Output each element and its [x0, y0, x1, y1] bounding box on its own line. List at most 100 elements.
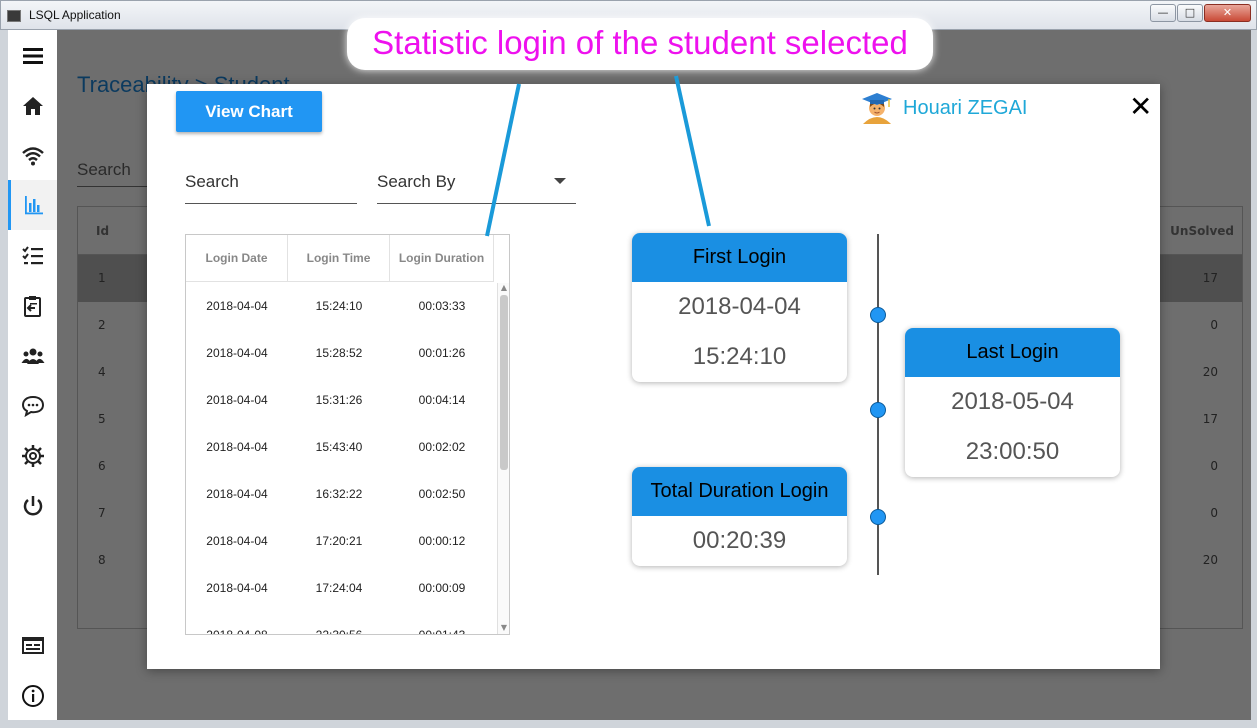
row-id: 7: [98, 506, 106, 520]
row-id: 6: [98, 459, 106, 473]
table-row[interactable]: 2018-04-04 17:20:21 00:00:12: [186, 518, 494, 565]
last-login-title: Last Login: [905, 328, 1120, 377]
login-date-cell: 2018-04-04: [206, 440, 268, 454]
chat-icon: [21, 395, 44, 418]
table-row[interactable]: 2018-04-08 22:30:56 00:01:43: [186, 612, 494, 635]
login-time-cell: 17:24:04: [315, 581, 363, 595]
first-login-card: First Login 2018-04-04 15:24:10: [632, 233, 847, 382]
login-duration-cell: 00:01:43: [418, 628, 466, 635]
sidebar-item-messages[interactable]: [8, 386, 57, 426]
table-row[interactable]: 2018-04-04 15:31:26 00:04:14: [186, 377, 494, 424]
sidebar: [8, 30, 57, 720]
bar-chart-icon: [25, 196, 43, 215]
table-row[interactable]: 2018-04-04 15:28:52 00:01:26: [186, 330, 494, 377]
scrollbar-thumb[interactable]: [500, 295, 508, 470]
info-icon: [21, 685, 44, 707]
home-icon: [22, 97, 43, 115]
first-login-date: 2018-04-04: [678, 293, 801, 320]
login-time-cell: 15:24:10: [315, 299, 363, 313]
login-date-header[interactable]: Login Date: [186, 235, 288, 282]
close-icon: ✕: [1129, 90, 1153, 123]
users-icon: [21, 348, 44, 364]
sidebar-item-about[interactable]: [8, 676, 57, 716]
minimize-button[interactable]: —: [1150, 4, 1176, 22]
row-unsolved: 17: [1202, 412, 1218, 426]
selected-student: Houari ZEGAI: [859, 90, 1027, 126]
last-login-card: Last Login 2018-05-04 23:00:50: [905, 328, 1120, 477]
id-column-header[interactable]: Id: [96, 224, 109, 238]
login-history-table: Login Date Login Time Login Duration 201…: [185, 234, 510, 635]
first-login-title: First Login: [632, 233, 847, 282]
sidebar-item-users[interactable]: [8, 336, 57, 376]
sidebar-item-logout[interactable]: [8, 486, 57, 526]
close-dialog-button[interactable]: ✕: [1129, 93, 1152, 121]
row-unsolved: 20: [1202, 365, 1218, 379]
table-row[interactable]: 2018-04-04 15:24:10 00:03:33: [186, 283, 494, 330]
window-title: LSQL Application: [29, 8, 121, 22]
checklist-icon: [21, 246, 43, 265]
menu-icon: [22, 48, 43, 64]
first-login-time: 15:24:10: [692, 343, 787, 370]
annotation-callout: Statistic login of the student selected: [347, 18, 933, 70]
login-duration-cell: 00:02:50: [418, 487, 466, 501]
row-id: 4: [98, 365, 106, 379]
chevron-down-icon: [554, 178, 566, 184]
student-name: Houari ZEGAI: [903, 96, 1028, 119]
row-unsolved: 0: [1210, 506, 1218, 520]
row-unsolved: 0: [1210, 459, 1218, 473]
background-search-input[interactable]: Search: [77, 160, 152, 187]
annotation-text: Statistic login of the student selected: [372, 24, 908, 61]
total-duration-value: 00:20:39: [692, 527, 787, 554]
login-time-header[interactable]: Login Time: [288, 235, 390, 282]
app-icon: [7, 10, 21, 22]
row-id: 5: [98, 412, 106, 426]
login-table-header: Login Date Login Time Login Duration: [186, 235, 494, 282]
login-duration-header[interactable]: Login Duration: [390, 235, 494, 282]
close-window-button[interactable]: ✕: [1204, 4, 1251, 22]
row-unsolved: 0: [1210, 318, 1218, 332]
table-row[interactable]: 2018-04-04 17:24:04 00:00:09: [186, 565, 494, 612]
view-chart-button[interactable]: View Chart: [176, 91, 322, 132]
sidebar-item-home[interactable]: [8, 86, 57, 126]
login-duration-cell: 00:00:12: [418, 534, 466, 548]
row-unsolved: 20: [1202, 553, 1218, 567]
login-date-cell: 2018-04-08: [206, 628, 268, 635]
sidebar-item-settings[interactable]: [8, 436, 57, 476]
login-time-cell: 15:43:40: [315, 440, 363, 454]
total-duration-card: Total Duration Login 00:20:39: [632, 467, 847, 566]
menu-button[interactable]: [8, 36, 57, 76]
search-by-select[interactable]: Search By: [377, 170, 576, 204]
last-login-date: 2018-05-04: [951, 388, 1074, 415]
login-duration-cell: 00:03:33: [418, 299, 466, 313]
login-date-cell: 2018-04-04: [206, 299, 268, 313]
login-table-scrollbar[interactable]: ▲ ▼: [497, 283, 509, 634]
last-login-time: 23:00:50: [965, 438, 1060, 465]
table-row[interactable]: 2018-04-04 16:32:22 00:02:50: [186, 471, 494, 518]
sidebar-item-monitor[interactable]: [8, 626, 57, 666]
search-by-label: Search By: [377, 172, 456, 191]
login-time-cell: 17:20:21: [315, 534, 363, 548]
sidebar-item-network[interactable]: [8, 136, 57, 176]
table-row[interactable]: 2018-04-04 15:43:40 00:02:02: [186, 424, 494, 471]
unsolved-column-header[interactable]: UnSolved: [1170, 224, 1234, 238]
login-search-input[interactable]: Search: [185, 170, 357, 204]
sidebar-item-clipboard[interactable]: [8, 286, 57, 326]
scroll-up-icon[interactable]: ▲: [499, 283, 509, 293]
login-time-cell: 16:32:22: [315, 487, 363, 501]
sidebar-item-tasks[interactable]: [8, 236, 57, 276]
power-icon: [23, 496, 42, 516]
login-duration-cell: 00:02:02: [418, 440, 466, 454]
timeline-dot: [870, 402, 886, 418]
wifi-icon: [21, 147, 44, 166]
total-duration-title: Total Duration Login: [632, 467, 847, 516]
maximize-button[interactable]: □: [1177, 4, 1203, 22]
row-id: 2: [98, 318, 106, 332]
scroll-down-icon[interactable]: ▼: [499, 623, 509, 633]
login-date-cell: 2018-04-04: [206, 534, 268, 548]
login-date-cell: 2018-04-04: [206, 346, 268, 360]
row-id: 1: [98, 271, 106, 285]
graduate-avatar-icon: [862, 93, 892, 124]
login-time-cell: 15:31:26: [315, 393, 363, 407]
clipboard-icon: [23, 296, 41, 317]
sidebar-item-statistics[interactable]: [8, 180, 57, 230]
